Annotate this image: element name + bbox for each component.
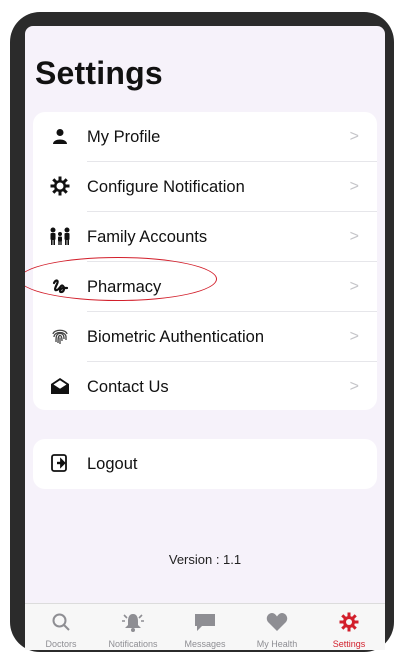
bell-icon [97, 611, 169, 633]
menu-item-family-accounts[interactable]: Family Accounts > [33, 212, 377, 262]
tab-label: Notifications [108, 639, 158, 649]
menu-item-label: Family Accounts [87, 227, 208, 246]
chevron-right-icon: > [349, 328, 359, 345]
gear-icon [49, 175, 71, 197]
chevron-right-icon: > [349, 228, 359, 245]
tab-label: Messages [184, 639, 226, 649]
heart-icon [241, 611, 313, 633]
message-icon [169, 611, 241, 633]
tab-messages[interactable]: Messages [169, 604, 241, 650]
envelope-open-icon [49, 375, 71, 397]
chevron-right-icon: > [349, 378, 359, 395]
menu-item-configure-notification[interactable]: Configure Notification > [33, 162, 377, 212]
tab-label: Settings [332, 639, 366, 649]
tab-doctors[interactable]: Doctors [25, 604, 97, 650]
logout-card: Logout [33, 439, 377, 489]
gear-icon [313, 611, 385, 633]
page-title: Settings [35, 55, 163, 91]
menu-item-label: Biometric Authentication [87, 327, 265, 346]
pharmacy-highlight-annotation [25, 257, 217, 301]
chevron-right-icon: > [349, 128, 359, 145]
logout-icon [49, 452, 71, 474]
person-icon [49, 125, 71, 147]
tab-settings[interactable]: Settings [313, 604, 385, 650]
tab-my-health[interactable]: My Health [241, 604, 313, 650]
version-text: Version : 1.1 [168, 552, 242, 567]
menu-item-label: Contact Us [87, 377, 169, 396]
family-icon [49, 225, 71, 247]
settings-screen: Settings My Profile > Configure Notifica… [25, 26, 385, 650]
logout-button[interactable]: Logout [33, 439, 377, 489]
tab-label: Doctors [45, 639, 77, 649]
tab-bar: Doctors Notifications Messages My Health [25, 603, 385, 650]
logout-label: Logout [87, 454, 138, 473]
menu-item-label: My Profile [87, 127, 161, 146]
search-icon [25, 611, 97, 633]
tab-notifications[interactable]: Notifications [97, 604, 169, 650]
chevron-right-icon: > [349, 278, 359, 295]
menu-item-biometric-authentication[interactable]: Biometric Authentication > [33, 312, 377, 362]
menu-item-my-profile[interactable]: My Profile > [33, 112, 377, 162]
tab-label: My Health [256, 639, 298, 649]
menu-item-contact-us[interactable]: Contact Us > [33, 362, 377, 412]
fingerprint-icon [49, 325, 71, 347]
menu-item-label: Configure Notification [87, 177, 245, 196]
chevron-right-icon: > [349, 178, 359, 195]
